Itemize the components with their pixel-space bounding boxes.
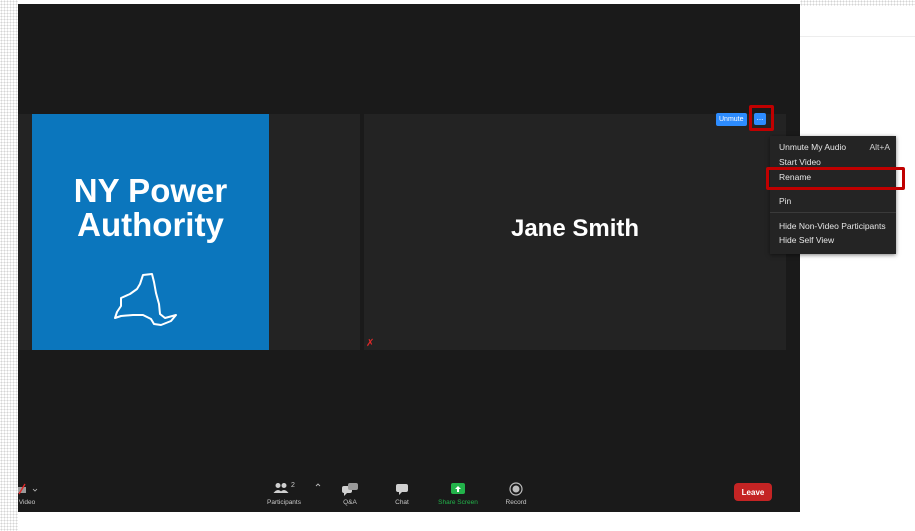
- nypa-logo: NY Power Authority: [32, 114, 269, 350]
- participant-tile-left[interactable]: NY Power Authority: [18, 114, 360, 350]
- rename-highlight: [766, 167, 905, 190]
- menu-item-label: Start Video: [779, 157, 821, 167]
- participant-context-menu: Unmute My Audio Alt+A Start Video Rename…: [770, 136, 896, 254]
- menu-item-hide-self-view[interactable]: Hide Self View: [779, 234, 890, 246]
- meeting-window: NY Power Authority Jane Smith ✗ Video 2 …: [18, 4, 800, 512]
- new-york-state-icon: [114, 273, 177, 326]
- menu-item-unmute-my-audio[interactable]: Unmute My Audio Alt+A: [779, 141, 890, 153]
- meeting-toolbar: Video 2 Participants Q&A Chat Share Scre…: [18, 482, 800, 512]
- participant-name: Jane Smith: [510, 215, 640, 242]
- video-label: Video: [18, 499, 36, 506]
- page-margin-top: [800, 0, 915, 6]
- record-icon: [509, 482, 523, 496]
- logo-title: NY Power Authority: [32, 174, 269, 242]
- page-margin: [0, 0, 18, 531]
- participants-icon-group: 2: [264, 482, 304, 497]
- menu-item-label: Hide Self View: [779, 235, 835, 245]
- unmute-button[interactable]: Unmute: [716, 113, 747, 126]
- participant-tile-right[interactable]: Jane Smith ✗: [364, 114, 786, 350]
- chat-icon: [396, 484, 408, 495]
- record-label: Record: [505, 499, 527, 506]
- qa-button[interactable]: Q&A: [338, 482, 362, 506]
- more-options-highlight: [749, 105, 774, 131]
- menu-item-hide-non-video[interactable]: Hide Non-Video Participants: [779, 220, 890, 232]
- menu-item-label: Hide Non-Video Participants: [779, 221, 886, 231]
- mic-muted-icon: ✗: [366, 338, 375, 349]
- logo-line-2: Authority: [77, 206, 224, 243]
- qa-label: Q&A: [343, 499, 357, 506]
- participants-button[interactable]: 2 Participants: [259, 482, 309, 506]
- divider: [800, 36, 915, 37]
- record-button[interactable]: Record: [501, 482, 531, 506]
- leave-button[interactable]: Leave: [734, 483, 772, 501]
- share-screen-icon: [451, 483, 465, 494]
- participants-icon: [273, 483, 289, 493]
- chevron-up-icon: [315, 483, 321, 487]
- video-button[interactable]: Video: [12, 482, 42, 506]
- menu-item-label: Unmute My Audio: [779, 142, 847, 152]
- menu-item-label: Pin: [779, 196, 792, 206]
- menu-item-pin[interactable]: Pin: [779, 195, 890, 207]
- logo-line-1: NY Power: [73, 172, 228, 209]
- share-screen-button[interactable]: Share Screen: [433, 482, 483, 506]
- participants-label: Participants: [267, 499, 301, 506]
- video-off-icon: [18, 483, 38, 495]
- participants-count: 2: [290, 482, 295, 489]
- qa-icon: [342, 483, 358, 496]
- menu-item-hotkey: Alt+A: [869, 142, 890, 152]
- chat-button[interactable]: Chat: [390, 482, 414, 506]
- share-screen-label: Share Screen: [438, 499, 478, 506]
- chat-label: Chat: [395, 499, 409, 506]
- participants-options-caret[interactable]: [312, 482, 324, 490]
- menu-divider: [770, 212, 896, 213]
